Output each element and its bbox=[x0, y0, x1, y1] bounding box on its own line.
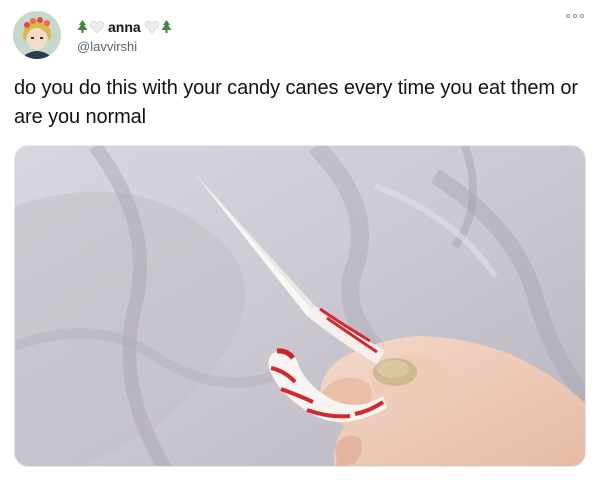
white-heart-icon bbox=[89, 20, 105, 34]
tweet-photo[interactable] bbox=[14, 145, 586, 467]
white-heart-icon bbox=[144, 20, 160, 34]
avatar[interactable] bbox=[13, 11, 61, 59]
christmas-tree-icon bbox=[161, 19, 172, 34]
tweet-header: anna @lavvirshi bbox=[13, 9, 172, 61]
author-info: anna @lavvirshi bbox=[77, 17, 172, 54]
display-name[interactable]: anna bbox=[108, 19, 141, 35]
christmas-tree-icon bbox=[77, 19, 88, 34]
display-name-row[interactable]: anna bbox=[77, 17, 172, 37]
author-handle[interactable]: @lavvirshi bbox=[77, 39, 172, 54]
tweet: anna @lavvirshi do you do this with your… bbox=[0, 0, 600, 480]
more-options-icon[interactable] bbox=[566, 12, 584, 20]
tweet-text: do you do this with your candy canes eve… bbox=[14, 77, 578, 128]
